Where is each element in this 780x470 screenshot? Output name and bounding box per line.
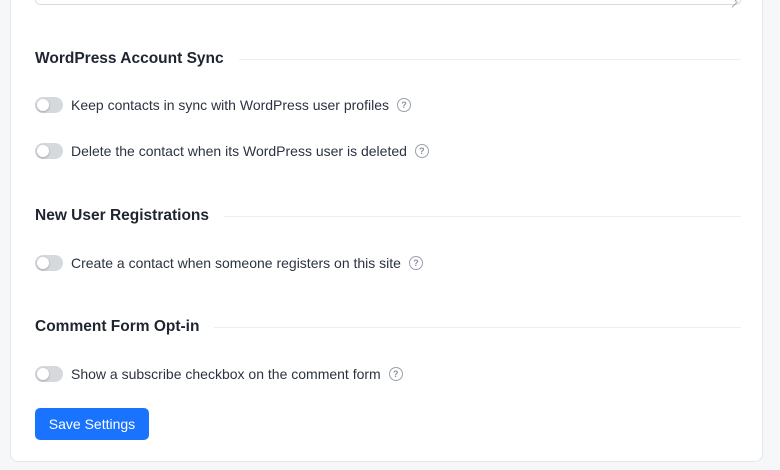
option-keep-contacts-in-sync: Keep contacts in sync with WordPress use…	[35, 95, 741, 115]
option-label: Show a subscribe checkbox on the comment…	[71, 366, 381, 382]
section-new-user-registrations: New User Registrations Create a contact …	[35, 206, 741, 273]
sync-profiles-toggle[interactable]	[35, 97, 63, 113]
section-wordpress-account-sync: WordPress Account Sync Keep contacts in …	[35, 49, 741, 161]
section-comment-form-opt-in: Comment Form Opt-in Show a subscribe che…	[35, 317, 741, 384]
option-label: Delete the contact when its WordPress us…	[71, 143, 407, 159]
option-delete-contact-on-user-delete: Delete the contact when its WordPress us…	[35, 141, 741, 161]
question-circle-icon[interactable]: ?	[408, 256, 423, 270]
option-create-contact-on-register: Create a contact when someone registers …	[35, 253, 741, 273]
section-title: WordPress Account Sync	[35, 50, 224, 67]
question-circle-icon[interactable]: ?	[414, 144, 429, 158]
toggle-knob	[37, 145, 49, 157]
section-header: New User Registrations	[35, 206, 741, 226]
section-title: New User Registrations	[35, 207, 209, 224]
comment-subscribe-toggle[interactable]	[35, 366, 63, 382]
toggle-knob	[37, 99, 49, 111]
create-contact-toggle[interactable]	[35, 255, 63, 271]
option-label: Keep contacts in sync with WordPress use…	[71, 97, 389, 113]
section-header: WordPress Account Sync	[35, 49, 741, 69]
option-comment-subscribe-checkbox: Show a subscribe checkbox on the comment…	[35, 364, 741, 384]
section-header: Comment Form Opt-in	[35, 317, 741, 337]
resize-handle-icon[interactable]	[732, 0, 738, 2]
section-divider	[224, 215, 741, 217]
section-divider	[238, 58, 741, 60]
option-label: Create a contact when someone registers …	[71, 255, 401, 271]
question-circle-icon[interactable]: ?	[397, 98, 411, 112]
toggle-knob	[37, 257, 49, 269]
delete-contact-toggle[interactable]	[35, 143, 63, 159]
save-settings-button[interactable]: Save Settings	[35, 408, 149, 440]
toggle-knob	[37, 368, 49, 380]
section-divider	[214, 326, 741, 328]
textarea-field[interactable]	[35, 0, 741, 5]
section-title: Comment Form Opt-in	[35, 318, 200, 335]
question-circle-icon[interactable]: ?	[388, 367, 403, 381]
settings-card: WordPress Account Sync Keep contacts in …	[10, 0, 763, 462]
